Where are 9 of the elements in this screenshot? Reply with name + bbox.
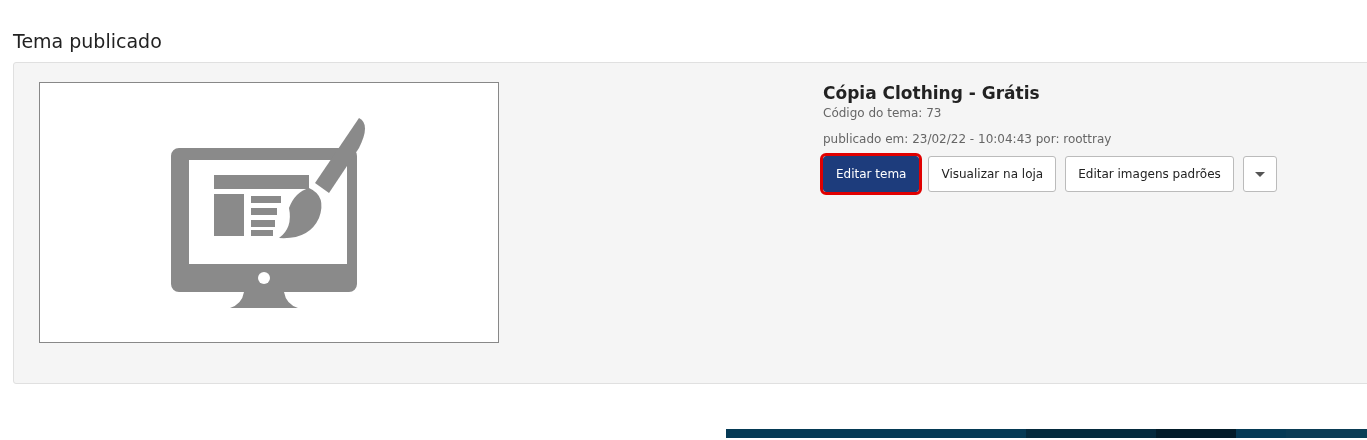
action-button[interactable]: Visualizar na loja — [928, 156, 1057, 192]
published-info: publicado em: 23/02/22 - 10:04:43 por: roottray — [823, 131, 1113, 148]
edit-theme-button[interactable]: Editar tema — [823, 156, 920, 192]
caret-icon — [1254, 171, 1265, 177]
theme-code: Código do tema: 73 — [823, 105, 943, 122]
dropdown-button[interactable] — [1242, 156, 1277, 192]
section-title: Tema publicado — [13, 29, 163, 54]
action-button[interactable]: Editar imagens padrões — [1065, 156, 1234, 192]
theme-name: Cópia Clothing - Grátis — [823, 82, 1041, 104]
